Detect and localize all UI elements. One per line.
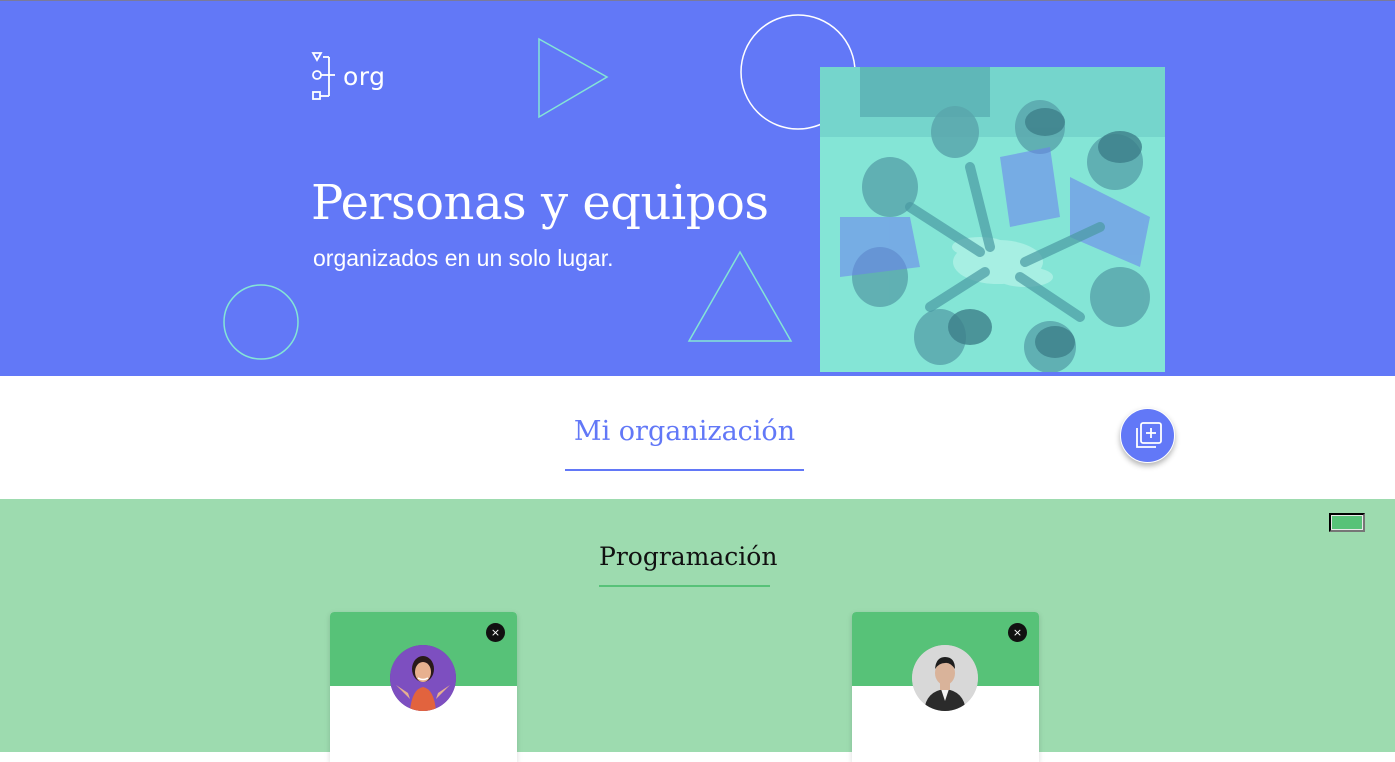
team-title-underline	[599, 585, 770, 587]
hero-subtitle: organizados en un solo lugar.	[313, 245, 614, 271]
add-copy-icon	[1135, 421, 1162, 448]
team-color-picker[interactable]	[1329, 513, 1365, 532]
delete-collaborator-icon[interactable]: ×	[486, 623, 505, 642]
team-hands-photo	[820, 67, 1165, 372]
organization-title: Mi organización	[573, 416, 796, 447]
triangle-up-decoration-icon	[687, 250, 793, 342]
team-photo-illustration	[820, 67, 1165, 372]
collaborator-card: ×	[330, 612, 517, 762]
team-color-swatch	[1332, 516, 1362, 529]
circle-small-decoration-icon	[223, 284, 299, 360]
logo-text: org	[343, 61, 386, 91]
add-collaborator-button[interactable]	[1120, 408, 1175, 463]
team-title: Programación	[599, 542, 778, 571]
team-section-programacion: Programación × ×	[0, 499, 1395, 762]
organization-title-underline	[565, 469, 804, 471]
hero-title: Personas y equipos	[311, 175, 769, 231]
triangle-right-decoration-icon	[538, 37, 609, 119]
organization-section: Mi organización	[0, 376, 1395, 499]
org-chart-icon	[311, 52, 335, 100]
collaborator-card: ×	[852, 612, 1039, 762]
man-avatar	[912, 645, 978, 711]
org-logo[interactable]: org	[311, 51, 386, 101]
hero-banner: org Personas y equipos organizados en un…	[0, 1, 1395, 376]
delete-collaborator-icon[interactable]: ×	[1008, 623, 1027, 642]
woman-avatar	[390, 645, 456, 711]
